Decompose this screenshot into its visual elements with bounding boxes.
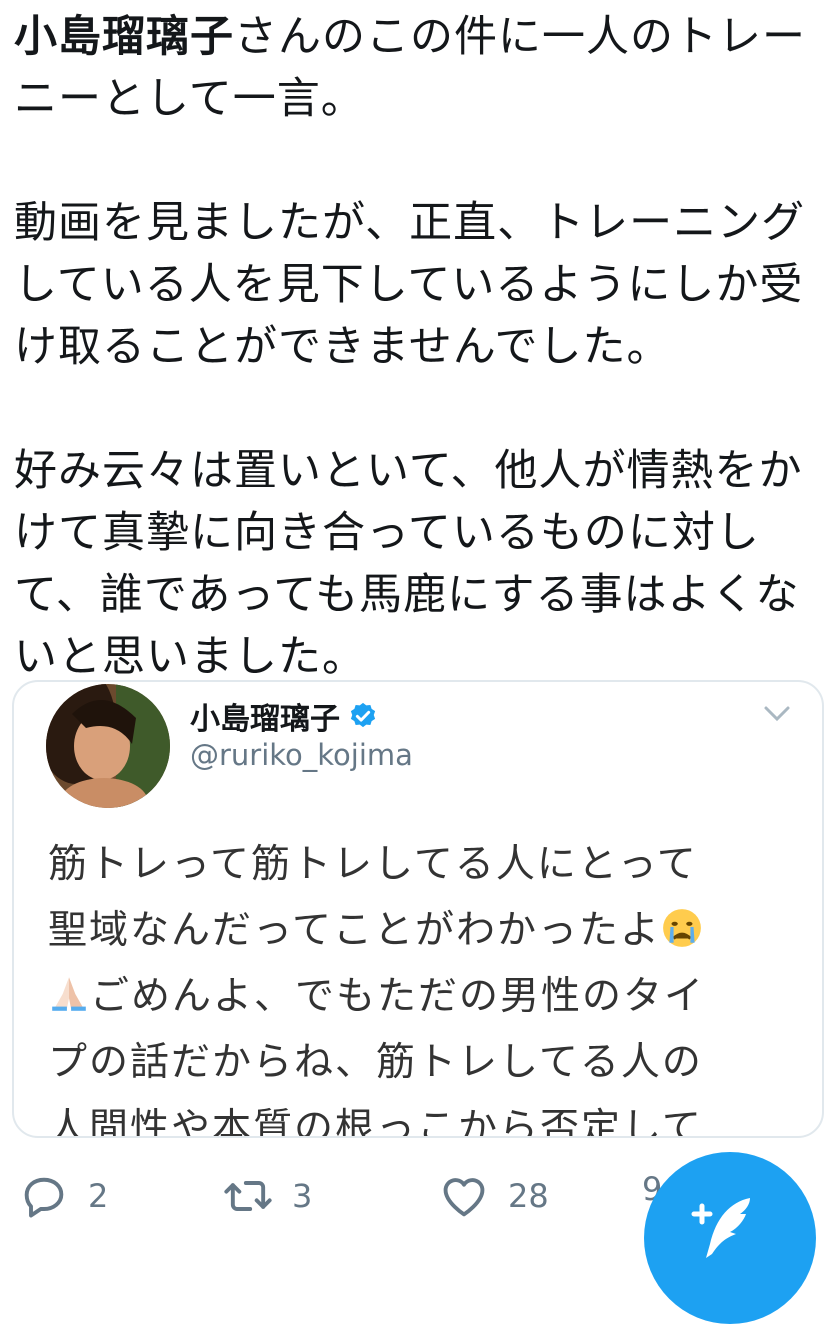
- avatar[interactable]: [46, 684, 170, 808]
- retweet-count: 3: [292, 1177, 313, 1215]
- quoted-line-2: 聖域なんだってことがわかったよ: [48, 898, 818, 964]
- tweet-paragraph-3-line-3: て、誰であっても馬鹿にする事はよくな: [14, 570, 800, 620]
- quoted-tweet-text: 筋トレって筋トレしてる人にとって 聖域なんだってことがわかったよ ごめんよ、でも…: [48, 832, 818, 1138]
- tweet-paragraph-3-line-2: けて真摯に向き合っているものに対し: [14, 508, 760, 558]
- retweet-button[interactable]: 3: [222, 1170, 312, 1222]
- reply-button[interactable]: 2: [18, 1170, 108, 1222]
- tweet-paragraph-2-line-3: け取ることができませんでした。: [14, 322, 671, 372]
- quoted-name-text: 小島瑠璃子: [190, 702, 340, 737]
- quoted-line-1: 筋トレって筋トレしてる人にとって: [48, 842, 698, 887]
- quoted-line-5: 人間性や本質の根っこから否定して: [48, 1106, 703, 1138]
- reply-count: 2: [88, 1177, 109, 1215]
- quoted-line-3-text: ごめんよ、でもただの男性のタイ: [90, 974, 706, 1019]
- like-count: 28: [508, 1177, 549, 1215]
- heart-icon: [443, 1178, 485, 1217]
- reply-icon: [24, 1177, 64, 1218]
- tweet-text: 小島瑠璃子さんのこの件に一人のトレー ニーとして一言。 動画を見ましたが、正直、…: [14, 6, 819, 688]
- tweet-paragraph-2-line-2: している人を見下しているようにしか受: [14, 260, 804, 310]
- tweet-paragraph-3-line-4: いと思いました。: [14, 632, 366, 682]
- quoted-display-name[interactable]: 小島瑠璃子: [190, 694, 378, 738]
- quoted-line-4: プの話だからね、筋トレしてる人の: [48, 1040, 703, 1085]
- tweet-line-1: 小島瑠璃子さんのこの件に一人のトレー: [14, 6, 819, 68]
- mention-link[interactable]: 小島瑠璃子: [14, 12, 234, 62]
- tweet-paragraph-2-line-1: 動画を見ましたが、正直、トレーニング: [14, 198, 806, 248]
- verified-badge-icon: [350, 702, 376, 728]
- retweet-icon: [224, 1181, 272, 1211]
- avatar-photo-icon: [46, 684, 170, 808]
- quoted-line-2-text: 聖域なんだってことがわかったよ: [48, 908, 662, 953]
- tweet-line-1-rest: さんのこの件に一人のトレー: [234, 12, 806, 62]
- quoted-handle[interactable]: @ruriko_kojima: [190, 738, 413, 772]
- quoted-line-3: ごめんよ、でもただの男性のタイ: [48, 964, 818, 1030]
- quoted-tweet-card[interactable]: 小島瑠璃子 @ruriko_kojima 筋トレって筋トレしてる人にとって 聖域…: [12, 680, 824, 1138]
- compose-tweet-button[interactable]: [644, 1152, 816, 1324]
- crying-face-icon: [663, 909, 701, 947]
- tweet-line-2: ニーとして一言。: [14, 74, 365, 124]
- chevron-down-icon[interactable]: [762, 702, 792, 726]
- like-button[interactable]: 28: [438, 1170, 549, 1222]
- compose-feather-icon: [691, 1198, 750, 1258]
- tweet-paragraph-3-line-1: 好み云々は置いといて、他人が情熱をか: [14, 446, 803, 496]
- praying-hands-icon: [52, 977, 86, 1011]
